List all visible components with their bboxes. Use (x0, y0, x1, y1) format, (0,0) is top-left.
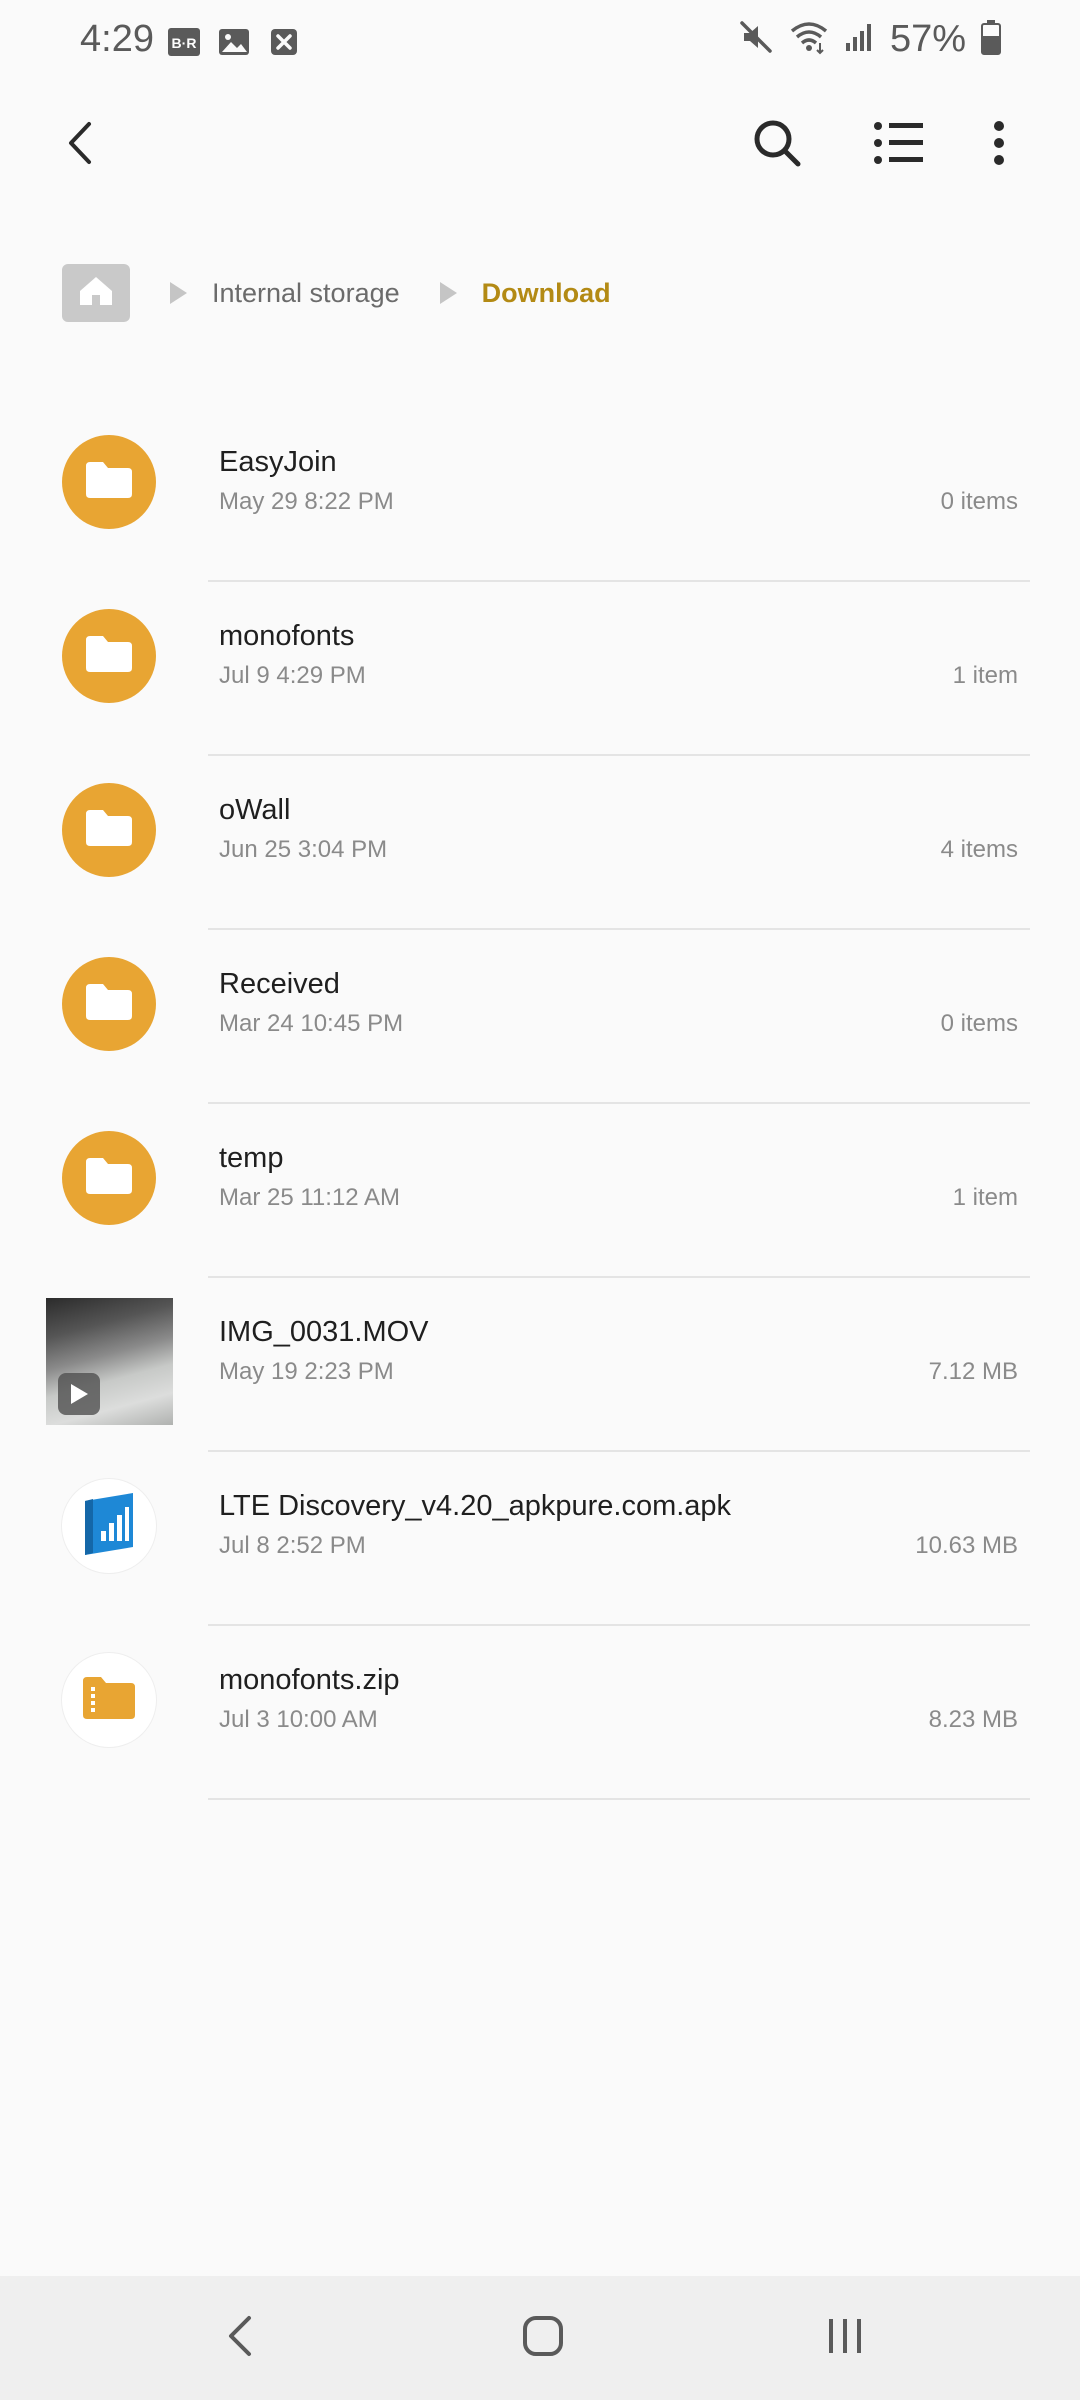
file-list: EasyJoin May 29 8:22 PM 0 items monofont… (0, 408, 1080, 1800)
nav-back-icon (225, 2314, 255, 2363)
back-arrow-icon (61, 118, 101, 173)
status-system-icons: 57% (738, 18, 1002, 61)
lte-discovery-app-icon (79, 1491, 139, 1562)
folder-icon (84, 808, 134, 853)
list-item[interactable]: monofonts Jul 9 4:29 PM 1 item (0, 582, 1080, 756)
signal-icon (844, 21, 876, 58)
file-size: 1 item (952, 1184, 1018, 1211)
list-item[interactable]: temp Mar 25 11:12 AM 1 item (0, 1104, 1080, 1278)
view-mode-button[interactable] (854, 100, 944, 190)
file-name: monofonts.zip (219, 1664, 400, 1696)
folder-thumbnail (62, 435, 156, 529)
wifi-icon (788, 19, 830, 60)
file-date: Jul 3 10:00 AM (219, 1706, 378, 1733)
breadcrumb-separator-icon (438, 281, 458, 305)
folder-thumbnail (62, 957, 156, 1051)
backup-restore-icon: B·R (166, 26, 202, 58)
home-folder-icon (76, 274, 116, 313)
file-date: Jul 8 2:52 PM (219, 1532, 366, 1559)
folder-icon (84, 634, 134, 679)
video-thumbnail (46, 1298, 173, 1425)
file-name: EasyJoin (219, 446, 337, 478)
status-notification-icons: B·R (166, 26, 302, 58)
file-name: monofonts (219, 620, 355, 652)
play-icon (58, 1373, 100, 1415)
gallery-icon (216, 26, 252, 58)
list-item[interactable]: monofonts.zip Jul 3 10:00 AM 8.23 MB (0, 1626, 1080, 1800)
apk-thumbnail (62, 1479, 156, 1573)
folder-thumbnail (62, 609, 156, 703)
back-button[interactable] (36, 100, 126, 190)
file-date: Jul 9 4:29 PM (219, 662, 366, 689)
breadcrumb-download[interactable]: Download (482, 278, 611, 309)
file-name: IMG_0031.MOV (219, 1316, 429, 1348)
file-size: 10.63 MB (915, 1532, 1018, 1559)
file-name: Received (219, 968, 340, 1000)
search-icon (751, 117, 803, 174)
file-size: 0 items (940, 488, 1018, 515)
app-bar (0, 88, 1080, 202)
more-options-button[interactable] (954, 100, 1044, 190)
file-name: LTE Discovery_v4.20_apkpure.com.apk (219, 1490, 732, 1522)
nav-recents-button[interactable] (795, 2298, 895, 2378)
svg-text:B·R: B·R (172, 35, 197, 51)
list-item[interactable]: oWall Jun 25 3:04 PM 4 items (0, 756, 1080, 930)
file-date: Jun 25 3:04 PM (219, 836, 388, 863)
breadcrumb: Internal storage Download (62, 262, 611, 324)
status-bar: 4:29 B·R 57% (0, 0, 1080, 88)
mute-icon (738, 19, 774, 60)
dismissed-notification-icon (266, 26, 302, 58)
list-item[interactable]: LTE Discovery_v4.20_apkpure.com.apk Jul … (0, 1452, 1080, 1626)
list-view-icon (873, 120, 925, 171)
file-size: 4 items (940, 836, 1018, 863)
file-size: 1 item (952, 662, 1018, 689)
file-date: May 19 2:23 PM (219, 1358, 394, 1385)
divider (208, 1798, 1030, 1800)
file-name: temp (219, 1142, 284, 1174)
nav-home-icon (521, 2314, 565, 2363)
nav-back-button[interactable] (190, 2298, 290, 2378)
battery-icon (980, 19, 1002, 60)
file-date: May 29 8:22 PM (219, 488, 394, 515)
breadcrumb-separator-icon (168, 281, 188, 305)
navigation-bar (0, 2276, 1080, 2400)
list-item[interactable]: IMG_0031.MOV May 19 2:23 PM 7.12 MB (0, 1278, 1080, 1452)
list-item[interactable]: Received Mar 24 10:45 PM 0 items (0, 930, 1080, 1104)
file-name: oWall (219, 794, 291, 826)
more-options-icon (992, 120, 1006, 171)
zip-thumbnail (62, 1653, 156, 1747)
folder-thumbnail (62, 1131, 156, 1225)
list-item[interactable]: EasyJoin May 29 8:22 PM 0 items (0, 408, 1080, 582)
file-date: Mar 25 11:12 AM (219, 1184, 400, 1211)
file-size: 7.12 MB (928, 1358, 1018, 1385)
zip-archive-icon (81, 1675, 137, 1726)
file-date: Mar 24 10:45 PM (219, 1010, 404, 1037)
file-size: 8.23 MB (928, 1706, 1018, 1733)
file-size: 0 items (940, 1010, 1018, 1037)
folder-icon (84, 1156, 134, 1201)
folder-thumbnail (62, 783, 156, 877)
battery-percentage: 57% (889, 18, 966, 60)
breadcrumb-home[interactable] (62, 264, 130, 322)
nav-recents-icon (825, 2316, 865, 2361)
folder-icon (84, 982, 134, 1027)
breadcrumb-internal-storage[interactable]: Internal storage (212, 278, 400, 309)
search-button[interactable] (732, 100, 822, 190)
status-time: 4:29 (80, 18, 154, 60)
nav-home-button[interactable] (493, 2298, 593, 2378)
folder-icon (84, 460, 134, 505)
